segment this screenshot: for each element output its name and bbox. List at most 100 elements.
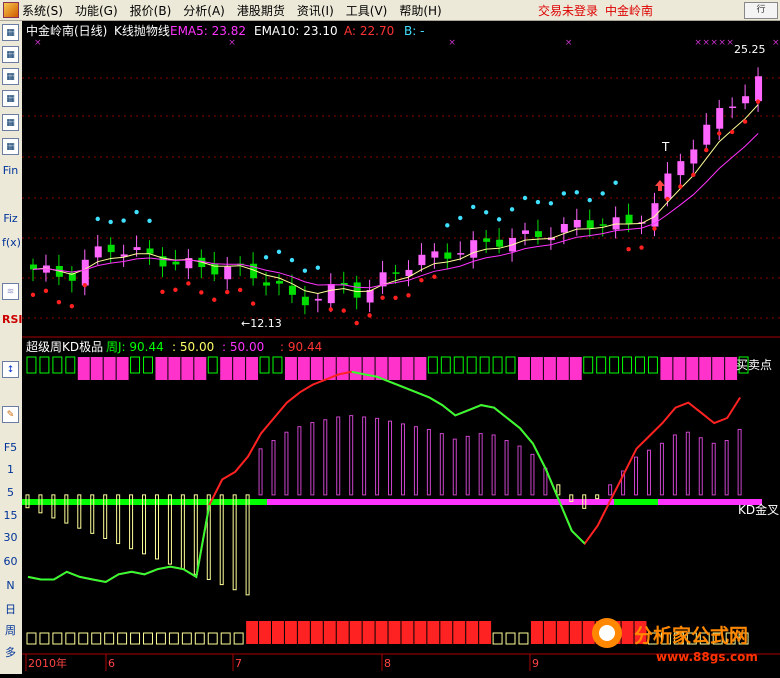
sar-dot <box>419 277 424 283</box>
menu-item-2[interactable]: 报价(B) <box>130 3 172 20</box>
date-label-3: 8 <box>384 657 391 670</box>
candle-body <box>172 261 180 265</box>
sar-dot <box>328 307 333 312</box>
value3-label: : 90.44 <box>280 340 322 354</box>
b-label: B: - <box>404 24 424 38</box>
signal-bar-red <box>284 621 297 644</box>
toolbar-tool-icon-2[interactable]: ✎ <box>2 406 19 423</box>
candle-body <box>146 248 154 254</box>
signal-bar <box>155 357 168 380</box>
toolbar-button-13[interactable]: 多 <box>2 644 19 661</box>
sar-dot <box>678 184 683 189</box>
sar-dot <box>509 207 515 212</box>
sar-dot <box>458 215 463 221</box>
sar-dot <box>704 147 709 153</box>
signal-bar <box>103 357 116 380</box>
sar-dot <box>522 195 528 201</box>
menu-item-4[interactable]: 港股期货 <box>237 3 285 20</box>
candle-body <box>703 124 711 145</box>
signal-bar <box>246 357 259 380</box>
signal-bar <box>181 357 194 380</box>
menu-item-3[interactable]: 分析(A) <box>183 3 225 20</box>
menu-items: 系统(S) 功能(G) 报价(B) 分析(A) 港股期货 资讯(I) 工具(V) 帮助(H) <box>22 0 454 20</box>
candle-body <box>755 76 763 102</box>
signal-bar-red <box>297 621 310 644</box>
signal-bar <box>414 357 427 380</box>
sar-dot <box>56 299 62 305</box>
sar-dot <box>121 218 126 223</box>
toolbar-icon-0[interactable]: ▦ <box>2 24 19 41</box>
toolbar-button-7[interactable]: 15 <box>2 507 19 524</box>
candle-body <box>483 238 491 242</box>
candle-body <box>301 296 309 306</box>
signal-bar-red <box>569 621 582 644</box>
candle-body <box>742 96 750 104</box>
chart-svg[interactable]: ×××××××××××××× 2010年6789 中金岭南(日线) K线抛物线 … <box>22 21 780 674</box>
toolbar-button-0[interactable]: Fin <box>2 162 19 179</box>
signal-bar <box>284 357 297 380</box>
candle-body <box>586 220 594 229</box>
candle-body <box>560 224 568 233</box>
signal-bar-red <box>259 621 271 644</box>
sar-dot <box>432 274 437 279</box>
toolbar-button-6[interactable]: 5 <box>2 484 19 501</box>
chart-area[interactable]: ×××××××××××××× 2010年6789 中金岭南(日线) K线抛物线 … <box>22 21 780 674</box>
toolbar-button-12[interactable]: 周 <box>2 622 19 639</box>
x-marker: × <box>228 38 236 48</box>
candle-body <box>392 272 400 274</box>
date-label-2: 7 <box>235 657 242 670</box>
sar-dot <box>186 281 191 286</box>
toolbar-icon-2[interactable]: ▦ <box>2 68 19 85</box>
sar-dot <box>406 293 411 298</box>
app-logo-icon[interactable] <box>3 2 19 18</box>
left-toolbar: ▦ ▦ ▦ ▦ ▦ ▦ Fin Fiz f(x) RSI F5 1 5 15 30 60 N 日周多 ≋ ↕ ✎ <box>0 21 23 674</box>
toolbar-button-3[interactable]: RSI <box>2 311 23 328</box>
signal-bar <box>90 357 103 380</box>
toolbar-button-9[interactable]: 60 <box>2 553 19 570</box>
x-marker: × <box>772 38 780 48</box>
toolbar-tool-icon-1[interactable]: ↕ <box>2 361 19 378</box>
signal-bar <box>349 357 362 380</box>
signal-bar <box>401 357 414 380</box>
login-status[interactable]: 交易未登录 <box>538 2 598 19</box>
toolbar-button-1[interactable]: Fiz <box>2 210 19 227</box>
sar-dot <box>263 255 269 260</box>
sar-dot <box>548 201 554 206</box>
date-label-0: 2010年 <box>28 656 67 670</box>
sar-dot <box>30 292 36 297</box>
toolbar-button-5[interactable]: 1 <box>2 461 19 478</box>
toolbar-button-11[interactable]: 日 <box>2 601 19 618</box>
x-marker: × <box>718 38 726 48</box>
candle-body <box>263 282 271 286</box>
sar-dot <box>561 191 567 196</box>
t-marker: T <box>661 140 670 154</box>
toolbar-icon-5[interactable]: ▦ <box>2 138 19 155</box>
candle-body <box>573 219 581 228</box>
candle-body <box>418 254 426 266</box>
toolbar-icon-1[interactable]: ▦ <box>2 46 19 63</box>
sar-dot <box>212 297 217 302</box>
toolbar-icon-3[interactable]: ▦ <box>2 90 19 107</box>
toolbar-icon-4[interactable]: ▦ <box>2 114 19 131</box>
stock-name-link[interactable]: 中金岭南 <box>605 2 653 19</box>
toolbar-button-2[interactable]: f(x) <box>2 234 21 251</box>
menu-item-7[interactable]: 帮助(H) <box>399 3 441 20</box>
toolbar-button-8[interactable]: 30 <box>2 529 19 546</box>
sar-dot <box>691 172 696 178</box>
menu-item-0[interactable]: 系统(S) <box>22 3 63 20</box>
candle-body <box>107 244 115 253</box>
window-button[interactable]: 行 <box>744 2 778 19</box>
indicator-name: K线抛物线 <box>114 23 170 38</box>
toolbar-tool-icon-0[interactable]: ≋ <box>2 283 19 300</box>
signal-bar-red <box>530 621 543 644</box>
signal-bar <box>660 357 673 380</box>
menu-item-6[interactable]: 工具(V) <box>346 3 388 20</box>
menu-item-5[interactable]: 资讯(I) <box>297 3 334 20</box>
value2-label: : 50.00 <box>222 340 264 354</box>
sar-dot <box>95 216 100 222</box>
menu-item-1[interactable]: 功能(G) <box>75 3 118 20</box>
signal-bar <box>673 357 686 380</box>
toolbar-button-4[interactable]: F5 <box>2 439 19 456</box>
date-label-4: 9 <box>532 657 539 670</box>
toolbar-button-10[interactable]: N <box>2 577 19 594</box>
